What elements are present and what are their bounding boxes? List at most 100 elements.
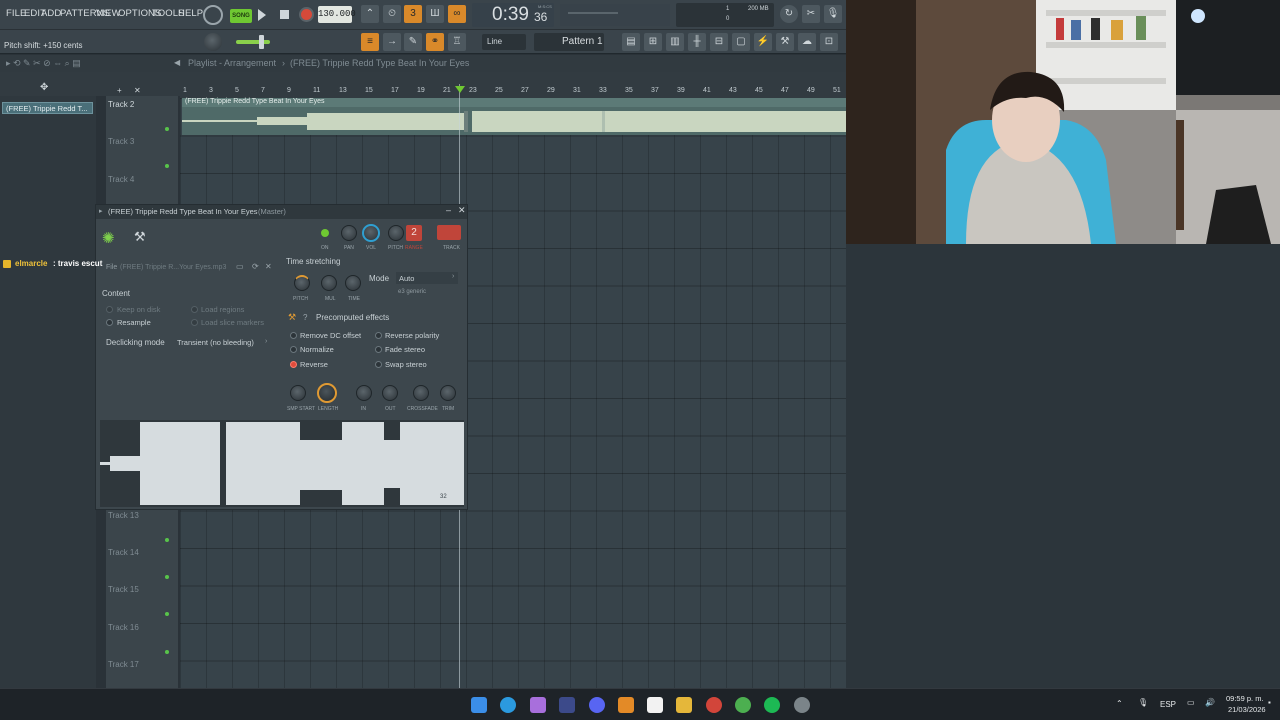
browser-icon[interactable]: ▢	[732, 33, 750, 51]
keep-on-disk-radio[interactable]	[106, 306, 113, 313]
reverse-polarity-radio[interactable]	[375, 332, 382, 339]
out-knob[interactable]	[382, 385, 398, 401]
arrow-right-icon[interactable]: →	[383, 33, 401, 51]
resample-radio[interactable]	[106, 319, 113, 326]
pan-knob[interactable]	[341, 225, 357, 241]
ts-time-knob[interactable]	[345, 275, 361, 291]
clear-file-icon[interactable]: ✕	[265, 262, 272, 271]
precomputed-wrench-icon[interactable]: ⚒	[288, 312, 296, 323]
load-slice-markers-radio[interactable]	[191, 319, 198, 326]
record-icon[interactable]	[299, 7, 314, 22]
channel-on-led[interactable]	[321, 229, 329, 237]
tray-mic-icon[interactable]: 🎙	[1138, 698, 1148, 707]
pattern-select[interactable]: Pattern 1	[534, 33, 604, 51]
trim-knob[interactable]	[440, 385, 456, 401]
piano-icon[interactable]: ▥	[666, 33, 684, 51]
time-display[interactable]: 0:39 36 M:S:CS	[472, 3, 554, 27]
track-label[interactable]: Track 13	[108, 511, 139, 520]
gear-icon[interactable]	[794, 697, 810, 713]
timeline-ruler[interactable]: 1 3 5 7 9 11 13 15 17 19 21 23 25 27 29 31 33 35 37 39 41 43 4…	[180, 84, 846, 98]
notification-icon[interactable]: ▪	[1268, 698, 1271, 707]
in-knob[interactable]	[356, 385, 372, 401]
move-icon[interactable]: ✥	[40, 82, 48, 93]
volume-icon[interactable]: 🔊	[1205, 698, 1215, 707]
copilot-icon[interactable]	[530, 697, 546, 713]
piano-roll-icon[interactable]: ≡	[361, 33, 379, 51]
master-volume-handle[interactable]	[259, 35, 264, 49]
chrome-icon[interactable]	[735, 697, 751, 713]
crossfade-knob[interactable]	[413, 385, 429, 401]
main-pitch-knob[interactable]	[204, 33, 222, 51]
app-icon[interactable]	[559, 697, 575, 713]
playlist-tools[interactable]: ▸ ⟲ ✎ ✂ ⊘ ⇔ ⌕ ▤	[6, 58, 81, 69]
track-mute-led[interactable]	[165, 612, 169, 616]
countdown-icon[interactable]: 3	[404, 5, 422, 23]
stop-icon[interactable]	[280, 10, 289, 19]
plugin-icon[interactable]: ⚡	[754, 33, 772, 51]
step-edit-icon[interactable]: Ш	[426, 5, 444, 23]
song-mode-button[interactable]: SONG	[230, 9, 252, 23]
add-track-icon[interactable]: +	[117, 86, 122, 95]
refresh-file-icon[interactable]: ⟳	[252, 262, 259, 271]
smp-start-knob[interactable]	[290, 385, 306, 401]
length-knob[interactable]	[317, 383, 337, 403]
discord-icon[interactable]	[589, 697, 605, 713]
link-icon[interactable]: ⚭	[426, 33, 444, 51]
waveform-tab-icon[interactable]: ✺	[102, 229, 115, 247]
swap-stereo-radio[interactable]	[375, 361, 382, 368]
play-icon[interactable]	[258, 9, 266, 21]
tempo-display[interactable]: 130.000	[318, 6, 356, 23]
ts-pitch-knob[interactable]	[294, 275, 310, 291]
mode-select[interactable]: Auto ›	[396, 272, 458, 284]
track-label[interactable]: Track 4	[108, 175, 134, 184]
declicking-select[interactable]: Transient (no bleeding) ›	[173, 335, 273, 349]
spotify-icon[interactable]	[764, 697, 780, 713]
volume-knob[interactable]	[362, 224, 380, 242]
track-label[interactable]: Track 3	[108, 137, 134, 146]
clock-time[interactable]: 09:59 p. m.	[1226, 694, 1264, 703]
track-mute-led[interactable]	[165, 127, 169, 131]
settings-red-icon[interactable]	[706, 697, 722, 713]
minimize-icon[interactable]: ‒	[446, 205, 451, 215]
playhead-marker[interactable]	[455, 86, 465, 93]
fade-stereo-radio[interactable]	[375, 346, 382, 353]
wait-input-icon[interactable]: ⏲	[383, 5, 401, 23]
track-label[interactable]: Track 17	[108, 660, 139, 669]
close-track-icon[interactable]: ✕	[134, 86, 141, 95]
mic-icon[interactable]: 🎙	[824, 5, 842, 23]
fl-studio-icon[interactable]	[618, 697, 634, 713]
refresh-icon[interactable]: ↻	[780, 5, 798, 23]
info-icon[interactable]: ?	[303, 313, 307, 322]
channel-rack-icon[interactable]: ⊟	[710, 33, 728, 51]
close-icon[interactable]: ✕	[458, 205, 466, 216]
explorer-icon[interactable]	[676, 697, 692, 713]
step-seq-icon[interactable]: ⊞	[644, 33, 662, 51]
stamp-icon[interactable]: ♖	[448, 33, 466, 51]
cut-icon[interactable]: ✂	[802, 5, 820, 23]
wrench-icon[interactable]: ⚒	[134, 229, 146, 245]
load-regions-radio[interactable]	[191, 306, 198, 313]
language-indicator[interactable]: ESP	[1160, 700, 1176, 709]
track-mute-led[interactable]	[165, 164, 169, 168]
track-label[interactable]: Track 14	[108, 548, 139, 557]
draw-icon[interactable]: ✎	[404, 33, 422, 51]
remove-dc-radio[interactable]	[290, 332, 297, 339]
menu-view[interactable]: VIEW	[96, 8, 121, 19]
clock-date[interactable]: 21/03/2026	[1228, 705, 1266, 714]
ts-mul-knob[interactable]	[321, 275, 337, 291]
menu-add[interactable]: ADD	[41, 8, 61, 19]
mixer-track-button[interactable]	[437, 225, 461, 240]
snap-select[interactable]: Line	[482, 34, 526, 50]
track-mute-led[interactable]	[165, 538, 169, 542]
track-mute-led[interactable]	[165, 650, 169, 654]
pitch-knob[interactable]	[388, 225, 404, 241]
edge-icon[interactable]	[500, 697, 516, 713]
folder-icon[interactable]: ▭	[236, 262, 244, 271]
file-icon[interactable]	[647, 697, 663, 713]
window-titlebar[interactable]: ▸ (FREE) Trippie Redd Type Beat In Your …	[96, 205, 467, 219]
sample-waveform[interactable]: 32	[100, 420, 464, 507]
menu-help[interactable]: HELP	[178, 8, 203, 19]
cloud-icon[interactable]: ☁	[798, 33, 816, 51]
track-label[interactable]: Track 2	[108, 100, 134, 109]
file-name[interactable]: (FREE) Trippie R...Your Eyes.mp3	[120, 264, 226, 271]
